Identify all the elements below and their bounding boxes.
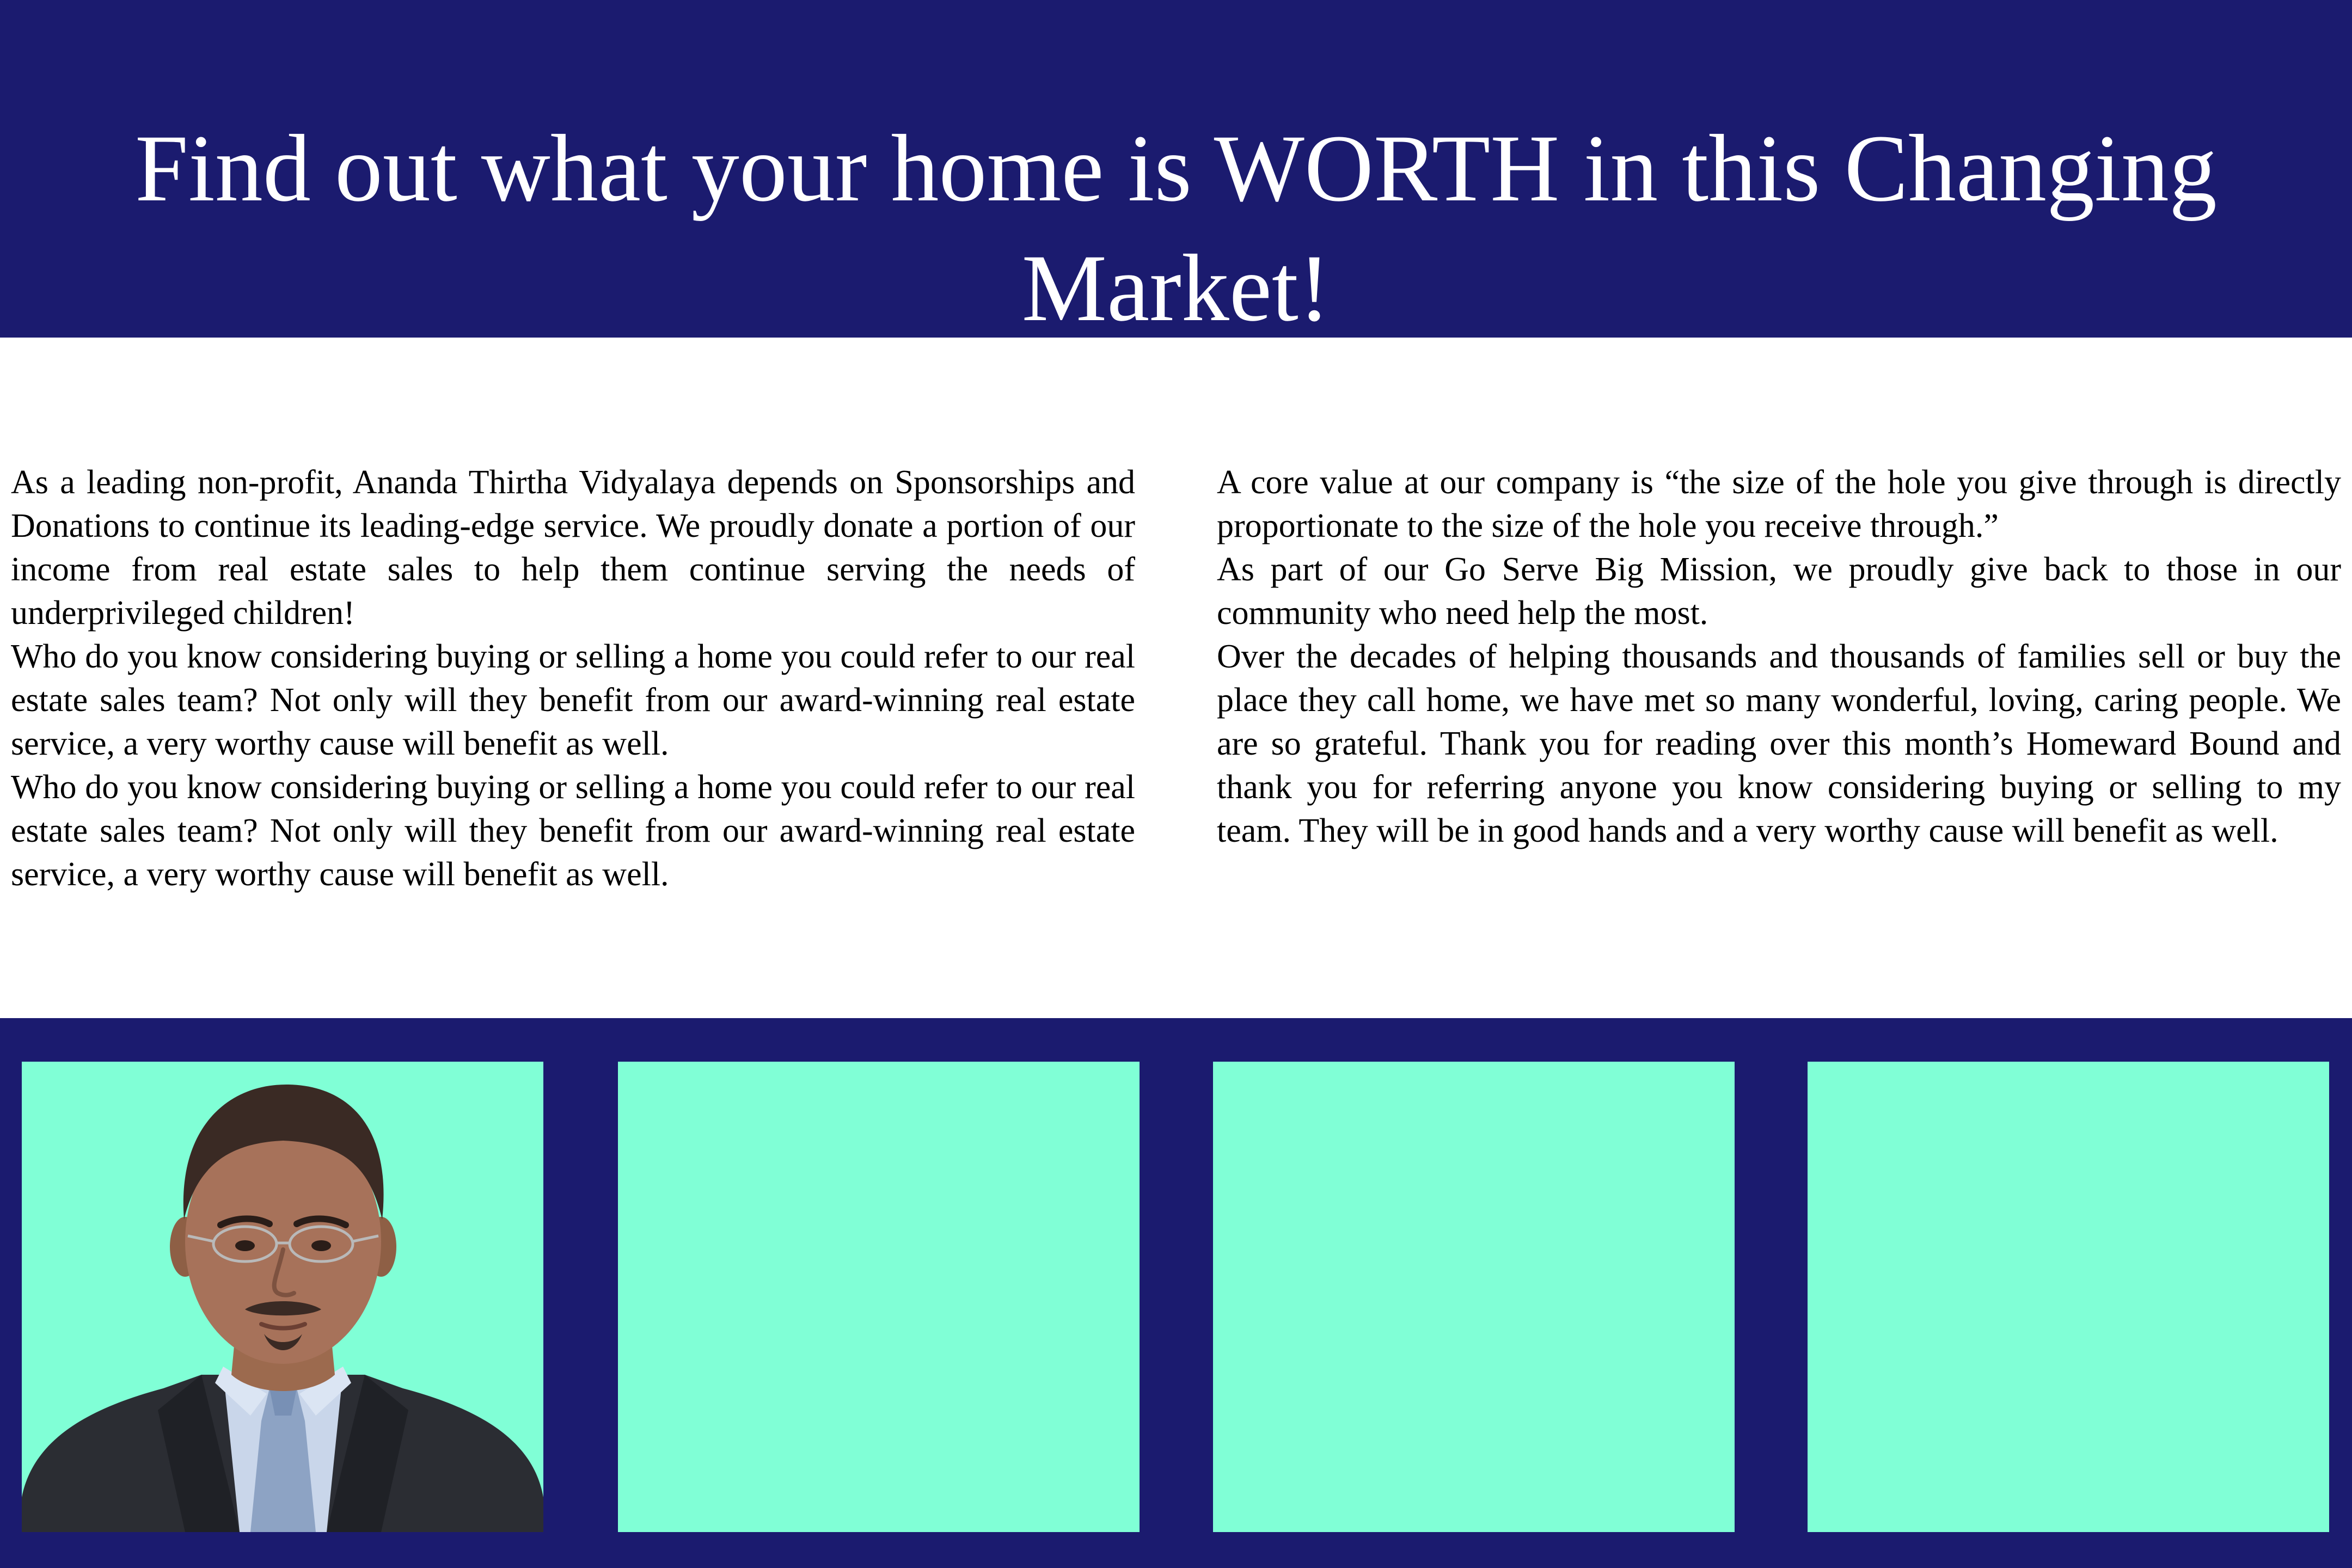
right-paragraph-2: As part of our Go Serve Big Mission, we … bbox=[1217, 551, 2341, 632]
right-paragraph-1: A core value at our company is “the size… bbox=[1217, 464, 2341, 544]
left-paragraph-2: Who do you know considering buying or se… bbox=[11, 638, 1135, 762]
headline: Find out what your home is WORTH in this… bbox=[135, 115, 2217, 341]
photo-tile-agent bbox=[22, 1062, 543, 1532]
photo-tile-3 bbox=[1213, 1062, 1735, 1532]
header-banner: Find out what your home is WORTH in this… bbox=[0, 0, 2352, 341]
left-text-column: As a leading non-profit, Ananda Thirtha … bbox=[11, 461, 1135, 896]
left-paragraph-3: Who do you know considering buying or se… bbox=[11, 769, 1135, 893]
photo-tile-4 bbox=[1808, 1062, 2329, 1532]
agent-portrait bbox=[22, 1084, 543, 1532]
photo-tile-2 bbox=[618, 1062, 1140, 1532]
right-text-column: A core value at our company is “the size… bbox=[1217, 461, 2341, 853]
right-paragraph-3: Over the decades of helping thousands an… bbox=[1217, 638, 2341, 849]
left-paragraph-1: As a leading non-profit, Ananda Thirtha … bbox=[11, 464, 1135, 632]
